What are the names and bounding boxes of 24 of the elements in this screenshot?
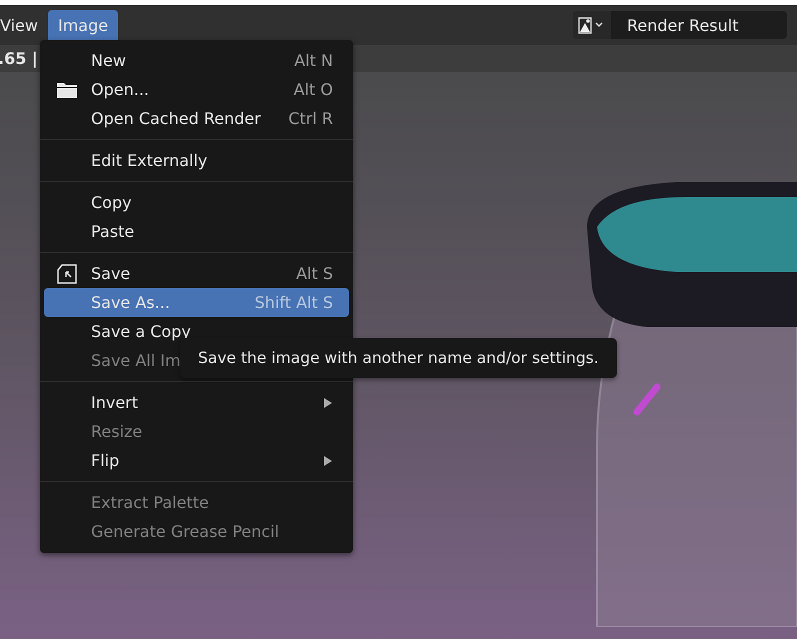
menu-option[interactable]: Save Alt S	[44, 259, 349, 288]
menu-option[interactable]: Open... Alt O	[44, 75, 349, 104]
tooltip: Save the image with another name and/or settings.	[180, 338, 617, 378]
submenu-arrow-icon	[323, 456, 333, 466]
shortcut-text: Alt N	[294, 51, 333, 70]
render-info-text: .65 |	[0, 49, 38, 68]
menu-option[interactable]: Save As... Shift Alt S	[44, 288, 349, 317]
menu-item[interactable]: Image	[48, 10, 118, 40]
save-icon	[56, 262, 78, 284]
menu-option[interactable]: New Alt N	[44, 46, 349, 75]
menu-option[interactable]: Open Cached Render Ctrl R	[44, 104, 349, 133]
menu-option[interactable]: Invert	[44, 388, 349, 417]
shortcut-text: Ctrl R	[288, 109, 333, 128]
menu-item[interactable]: View	[0, 10, 48, 40]
menu-option[interactable]: Edit Externally	[44, 146, 349, 175]
menu-option[interactable]: Paste	[44, 217, 349, 246]
image-type-dropdown[interactable]	[573, 11, 611, 39]
shortcut-text: Alt O	[294, 80, 333, 99]
shortcut-text: Shift Alt S	[254, 293, 333, 312]
folder-icon	[56, 80, 78, 98]
shortcut-text: Alt S	[296, 264, 333, 283]
submenu-arrow-icon	[323, 398, 333, 408]
menu-option[interactable]: Flip	[44, 446, 349, 475]
menu-option[interactable]: Copy	[44, 188, 349, 217]
